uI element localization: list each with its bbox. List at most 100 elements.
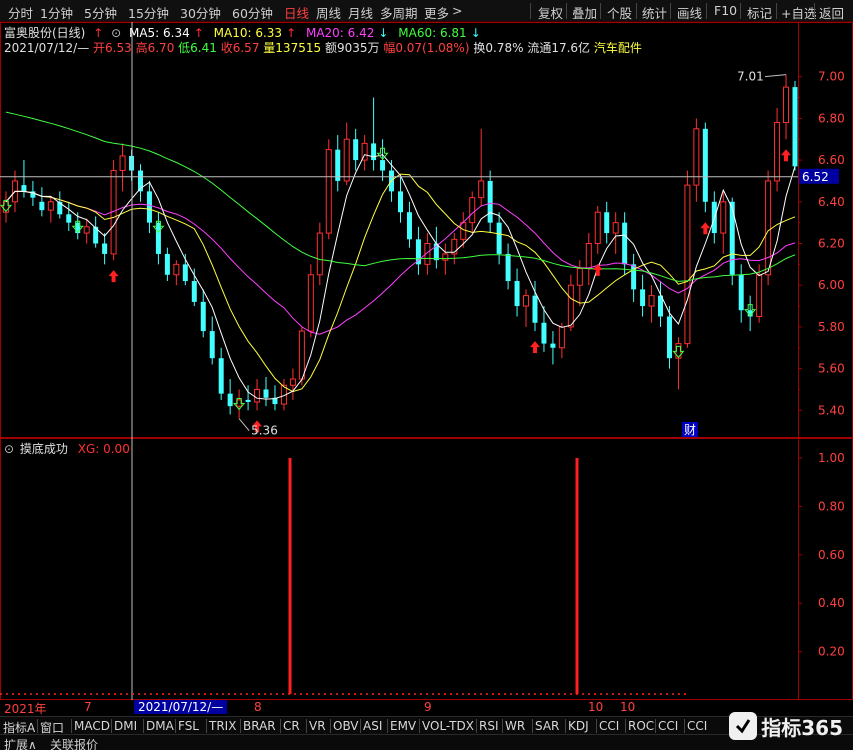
main-kline-panel[interactable]: 7.00 6.80 6.60 6.40 6.20 6.00 5.80 5.60 5.40 6.52… (0, 22, 853, 438)
candle-body-down (541, 322, 547, 344)
candle-body-up (523, 295, 530, 307)
quote-open: 开6.53 (93, 41, 132, 55)
candle-body-down (227, 393, 233, 407)
xg-signal-bar (288, 458, 292, 694)
tab-separator (306, 719, 307, 733)
stats-button[interactable]: 统计 (642, 3, 667, 22)
y-tick-label: 6.00 (818, 278, 845, 292)
indicator-canvas[interactable]: 1.00 0.80 0.60 0.40 0.20 (0, 438, 853, 700)
candle-body-down (738, 274, 744, 311)
tab-separator (206, 719, 207, 733)
watermark-text: 指标365 (761, 715, 843, 740)
indicator-tab-emv-12[interactable]: EMV (390, 719, 416, 733)
more-chevron-icon[interactable]: > (452, 3, 462, 18)
candle-body-up (765, 180, 772, 276)
y-tick-label: 5.60 (818, 362, 845, 376)
period-1min[interactable]: 1分钟 (40, 3, 73, 22)
indicator-tab-asi-11[interactable]: ASI (363, 719, 382, 733)
candle-body-down (164, 253, 170, 275)
period-5min[interactable]: 5分钟 (84, 3, 117, 22)
candle-body-down (102, 243, 108, 254)
quote-sector[interactable]: 汽车配件 (594, 41, 642, 55)
candle-body-up (648, 295, 655, 307)
indicator-settings-icon[interactable]: ⊙ (4, 442, 14, 456)
quote-close: 收6.57 (220, 41, 260, 55)
indicator-tab-obv-10[interactable]: OBV (333, 719, 359, 733)
indicator-tab-roc-19[interactable]: ROC (628, 719, 654, 733)
xg-value: XG: 0.00 (77, 442, 130, 456)
tab-separator (37, 719, 38, 733)
indicator-tab-cci-20[interactable]: CCI (658, 719, 678, 733)
top-toolbar: 分时 1分钟 5分钟 15分钟 30分钟 60分钟 日线 周线 月线 多周期 更… (0, 0, 853, 22)
tab-separator (476, 719, 477, 733)
period-30min[interactable]: 30分钟 (180, 3, 221, 22)
fuquan-button[interactable]: 复权 (538, 3, 563, 22)
period-weekly[interactable]: 周线 (316, 3, 341, 22)
ma20-down-arrow-icon: ↓ (378, 26, 389, 40)
x-tick-jul: 7 (84, 700, 92, 714)
candle-body-up (585, 243, 592, 270)
x-tick-sep: 9 (424, 700, 432, 714)
indicator-tab-brar-7[interactable]: BRAR (243, 719, 276, 733)
settings-circle-icon[interactable]: ⊙ (111, 26, 121, 40)
indicator-tab-cci-21[interactable]: CCI (687, 719, 707, 733)
period-multi[interactable]: 多周期 (380, 3, 418, 22)
watermark-logo-icon (729, 712, 758, 740)
period-more[interactable]: 更多 (424, 3, 449, 22)
candle-body-up (173, 263, 180, 276)
bottom-bar: 扩展∧ 关联报价 (0, 734, 853, 750)
indicator-tab-macd-2[interactable]: MACD (74, 719, 110, 733)
period-daily[interactable]: 日线 (284, 3, 309, 22)
candle-body-up (460, 222, 467, 240)
candle-body-down (21, 185, 27, 192)
indicator-tab-sar-16[interactable]: SAR (535, 719, 559, 733)
y-tick-label: 5.80 (818, 320, 845, 334)
indicator-tab-voltdx-13[interactable]: VOL-TDX (422, 719, 474, 733)
tab-separator (71, 719, 72, 733)
period-15min[interactable]: 15分钟 (128, 3, 169, 22)
indicator-tab-cci-18[interactable]: CCI (599, 719, 619, 733)
overlay-button[interactable]: 叠加 (572, 3, 597, 22)
candle-body-up (325, 149, 332, 234)
indicator-tab-trix-6[interactable]: TRIX (209, 719, 236, 733)
add-watchlist-button[interactable]: +自选 (781, 3, 816, 22)
tab-separator (143, 719, 144, 733)
candle-body-down (263, 389, 269, 398)
candle-body-up (469, 197, 476, 224)
tab-separator (625, 719, 626, 733)
candle-body-down (532, 295, 538, 323)
indicator-tab-wr-15[interactable]: WR (505, 719, 525, 733)
indicator-tab-fsl-5[interactable]: FSL (178, 719, 199, 733)
f10-button[interactable]: F10 (714, 3, 737, 18)
indicator-tab-vr-9[interactable]: VR (309, 719, 326, 733)
period-fenshi[interactable]: 分时 (8, 3, 33, 22)
indicator-tab-rsi-14[interactable]: RSI (479, 719, 499, 733)
indicator-tab-cr-8[interactable]: CR (283, 719, 300, 733)
indicator-tab-dma-4[interactable]: DMA (146, 719, 174, 733)
period-60min[interactable]: 60分钟 (232, 3, 273, 22)
candle-body-down (371, 143, 377, 161)
expand-button[interactable]: 扩展∧ (4, 736, 37, 750)
draw-button[interactable]: 画线 (677, 3, 702, 22)
indicator-tab-dmi-3[interactable]: DMI (114, 719, 137, 733)
candle-body-up (298, 330, 305, 380)
sub-y-tick-label: 0.60 (818, 548, 845, 562)
indicator-panel[interactable]: 1.00 0.80 0.60 0.40 0.20 ⊙ 摸底成功 XG: 0.00 (0, 438, 853, 700)
mark-button[interactable]: 标记 (747, 3, 772, 22)
tab-separator (419, 719, 420, 733)
candle-body-up (558, 326, 565, 349)
kline-canvas[interactable]: 7.00 6.80 6.60 6.40 6.20 6.00 5.80 5.60 5.40 6.52… (0, 22, 853, 438)
stock-button[interactable]: 个股 (607, 3, 632, 22)
indicator-tab-kdj-17[interactable]: KDJ (568, 719, 589, 733)
related-quotes-button[interactable]: 关联报价 (50, 736, 98, 750)
period-monthly[interactable]: 月线 (348, 3, 373, 22)
candle-body-down (604, 212, 610, 234)
tab-separator (280, 719, 281, 733)
watermark: 指标365 (729, 708, 843, 744)
candle-body-down (200, 301, 206, 332)
candle-body-up (289, 378, 296, 386)
back-button[interactable]: 返回 (819, 3, 844, 22)
quote-change: 幅0.07(1.08%) (383, 41, 470, 55)
stock-title: 富奥股份(日线) (4, 26, 86, 40)
ma10-label: MA10: 6.33 (213, 26, 283, 40)
